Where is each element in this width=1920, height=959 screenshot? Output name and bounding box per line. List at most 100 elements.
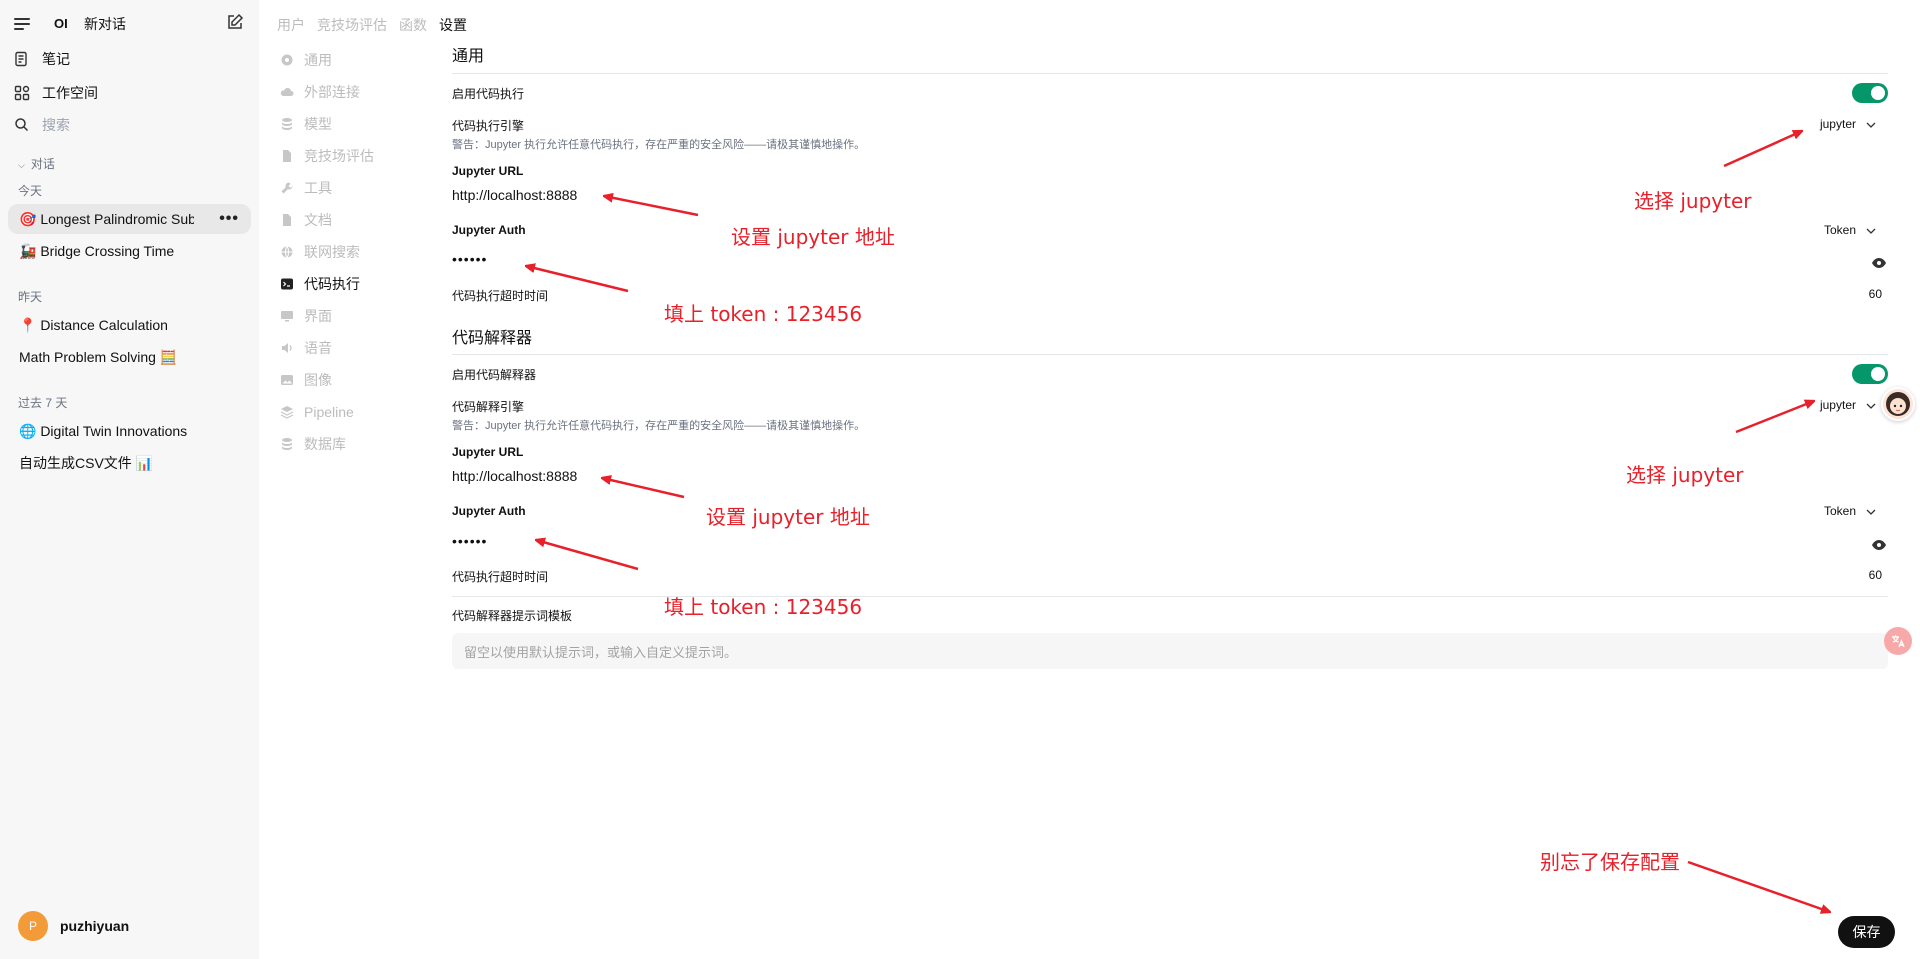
more-icon[interactable]: ••• — [219, 210, 239, 228]
tab-users[interactable]: 用户 — [277, 15, 305, 35]
sidebar-item-workspace[interactable]: 工作空间 — [14, 81, 98, 105]
group-label: 昨天 — [18, 290, 43, 304]
chevron-down-icon: ⌵ — [18, 160, 25, 170]
cloud-icon — [280, 85, 294, 99]
settings-nav-models[interactable]: 模型 — [280, 108, 440, 140]
enable-interpreter-toggle[interactable] — [1852, 364, 1888, 384]
jupyter-auth-select[interactable]: Token — [1824, 223, 1876, 237]
prompt-template-textarea[interactable]: 留空以使用默认提示词，或输入自定义提示词。 — [452, 633, 1888, 669]
sidebar-item-label: 笔记 — [42, 51, 70, 67]
globe-icon — [280, 245, 294, 259]
interpreter-timeout-label: 代码执行超时时间 — [452, 570, 549, 584]
chat-item[interactable]: Math Problem Solving 🧮 — [8, 342, 251, 372]
translate-icon[interactable] — [1884, 627, 1912, 655]
chats-section-toggle[interactable]: ⌵ 对话 — [18, 155, 55, 172]
chat-item[interactable]: 📍 Distance Calculation — [8, 310, 251, 340]
settings-nav-connections[interactable]: 外部连接 — [280, 76, 440, 108]
admin-tabs: 用户 竞技场评估 函数 设置 — [277, 15, 479, 35]
chat-item[interactable]: 🎯 Longest Palindromic Subs ••• — [8, 204, 251, 234]
settings-nav-label: 语音 — [304, 340, 332, 356]
tab-arena[interactable]: 竞技场评估 — [317, 15, 387, 35]
menu-icon[interactable] — [14, 16, 32, 32]
terminal-icon — [280, 277, 294, 291]
assistant-avatar-icon[interactable] — [1881, 387, 1915, 421]
speaker-icon — [280, 341, 294, 355]
image-icon — [280, 373, 294, 387]
section-title-interpreter: 代码解释器 — [452, 330, 533, 347]
interpreter-timeout-input[interactable]: 60 — [1869, 568, 1882, 582]
annotation-label: 填上 token : 123456 — [664, 595, 863, 619]
settings-nav-web-search[interactable]: 联网搜索 — [280, 236, 440, 268]
enable-interpreter-label: 启用代码解释器 — [452, 368, 537, 382]
annotation-label: 填上 token : 123456 — [664, 302, 863, 326]
settings-nav-arena[interactable]: 竞技场评估 — [280, 140, 440, 172]
enable-code-exec-label: 启用代码执行 — [452, 87, 525, 101]
gear-icon — [280, 53, 294, 67]
settings-nav-label: 通用 — [304, 52, 332, 68]
eye-icon[interactable] — [1872, 537, 1886, 555]
sidebar-item-notes[interactable]: 笔记 — [14, 47, 70, 71]
search-icon — [14, 117, 30, 133]
sidebar-search[interactable]: 搜索 — [14, 113, 70, 137]
jupyter-url-input[interactable]: http://localhost:8888 — [452, 187, 577, 203]
chevron-down-icon — [1866, 117, 1876, 131]
settings-nav-database[interactable]: 数据库 — [280, 428, 440, 460]
database-icon — [280, 117, 294, 131]
settings-nav-label: 代码执行 — [304, 276, 360, 292]
app-logo[interactable]: OI — [54, 16, 68, 31]
jupyter-token-input[interactable]: •••••• — [452, 251, 487, 267]
chat-item[interactable]: 🌐 Digital Twin Innovations — [8, 416, 251, 446]
annotation-label: 设置 jupyter 地址 — [706, 505, 870, 529]
eye-icon[interactable] — [1872, 255, 1886, 273]
interpreter-engine-warning: 警告：Jupyter 执行允许任意代码执行，存在严重的安全风险——请极其谨慎地操… — [452, 420, 866, 432]
jupyter-auth-label: Jupyter Auth — [452, 504, 526, 518]
chat-item[interactable]: 自动生成CSV文件 📊 — [8, 448, 251, 478]
annotation-label: 设置 jupyter 地址 — [731, 225, 895, 249]
jupyter-auth-value: Token — [1823, 223, 1856, 237]
settings-nav: 通用 外部连接 模型 竞技场评估 工具 文档 联网搜索 代码执行 界面 语音 图… — [280, 44, 440, 460]
jupyter-url-input[interactable]: http://localhost:8888 — [452, 468, 577, 484]
settings-nav-images[interactable]: 图像 — [280, 364, 440, 396]
chat-title: Math Problem Solving 🧮 — [19, 348, 178, 365]
settings-nav-pipeline[interactable]: Pipeline — [280, 396, 440, 428]
file-icon — [280, 213, 294, 227]
settings-nav-interface[interactable]: 界面 — [280, 300, 440, 332]
interpreter-engine-label: 代码解释引擎 — [452, 400, 525, 414]
interpreter-engine-select[interactable]: jupyter — [1820, 398, 1876, 412]
annotation-label: 别忘了保存配置 — [1540, 850, 1680, 874]
settings-nav-label: 外部连接 — [304, 84, 360, 100]
settings-nav-code-execution[interactable]: 代码执行 — [280, 268, 440, 300]
settings-nav-audio[interactable]: 语音 — [280, 332, 440, 364]
settings-nav-label: 图像 — [304, 372, 332, 388]
monitor-icon — [280, 309, 294, 323]
jupyter-token-input[interactable]: •••••• — [452, 533, 487, 549]
new-chat-link[interactable]: 新对话 — [84, 14, 126, 34]
user-menu[interactable]: P puzhiyuan — [18, 911, 129, 941]
compose-icon[interactable] — [226, 13, 244, 36]
save-button[interactable]: 保存 — [1838, 916, 1895, 948]
search-placeholder: 搜索 — [42, 117, 70, 133]
jupyter-auth-label: Jupyter Auth — [452, 223, 526, 237]
settings-nav-label: 联网搜索 — [304, 244, 360, 260]
sidebar-item-label: 工作空间 — [42, 85, 98, 101]
exec-engine-label: 代码执行引擎 — [452, 119, 525, 133]
chat-item[interactable]: 🚂 Bridge Crossing Time — [8, 236, 251, 266]
exec-timeout-input[interactable]: 60 — [1869, 287, 1882, 301]
jupyter-auth-select[interactable]: Token — [1824, 504, 1876, 518]
annotation-label: 选择 jupyter — [1626, 463, 1744, 487]
tab-functions[interactable]: 函数 — [399, 15, 427, 35]
group-label: 过去 7 天 — [18, 396, 68, 410]
chevron-down-icon — [1866, 223, 1876, 237]
settings-nav-documents[interactable]: 文档 — [280, 204, 440, 236]
jupyter-auth-value: Token — [1823, 504, 1856, 518]
settings-nav-general[interactable]: 通用 — [280, 44, 440, 76]
settings-nav-tools[interactable]: 工具 — [280, 172, 440, 204]
exec-timeout-label: 代码执行超时时间 — [452, 289, 549, 303]
exec-engine-select[interactable]: jupyter — [1820, 117, 1876, 131]
group-label: 今天 — [18, 184, 43, 198]
chat-title: 🚂 Bridge Crossing Time — [19, 242, 175, 259]
chevron-down-icon — [1866, 504, 1876, 518]
chat-title: 🌐 Digital Twin Innovations — [19, 422, 188, 439]
jupyter-url-label: Jupyter URL — [452, 164, 524, 178]
enable-code-exec-toggle[interactable] — [1852, 83, 1888, 103]
